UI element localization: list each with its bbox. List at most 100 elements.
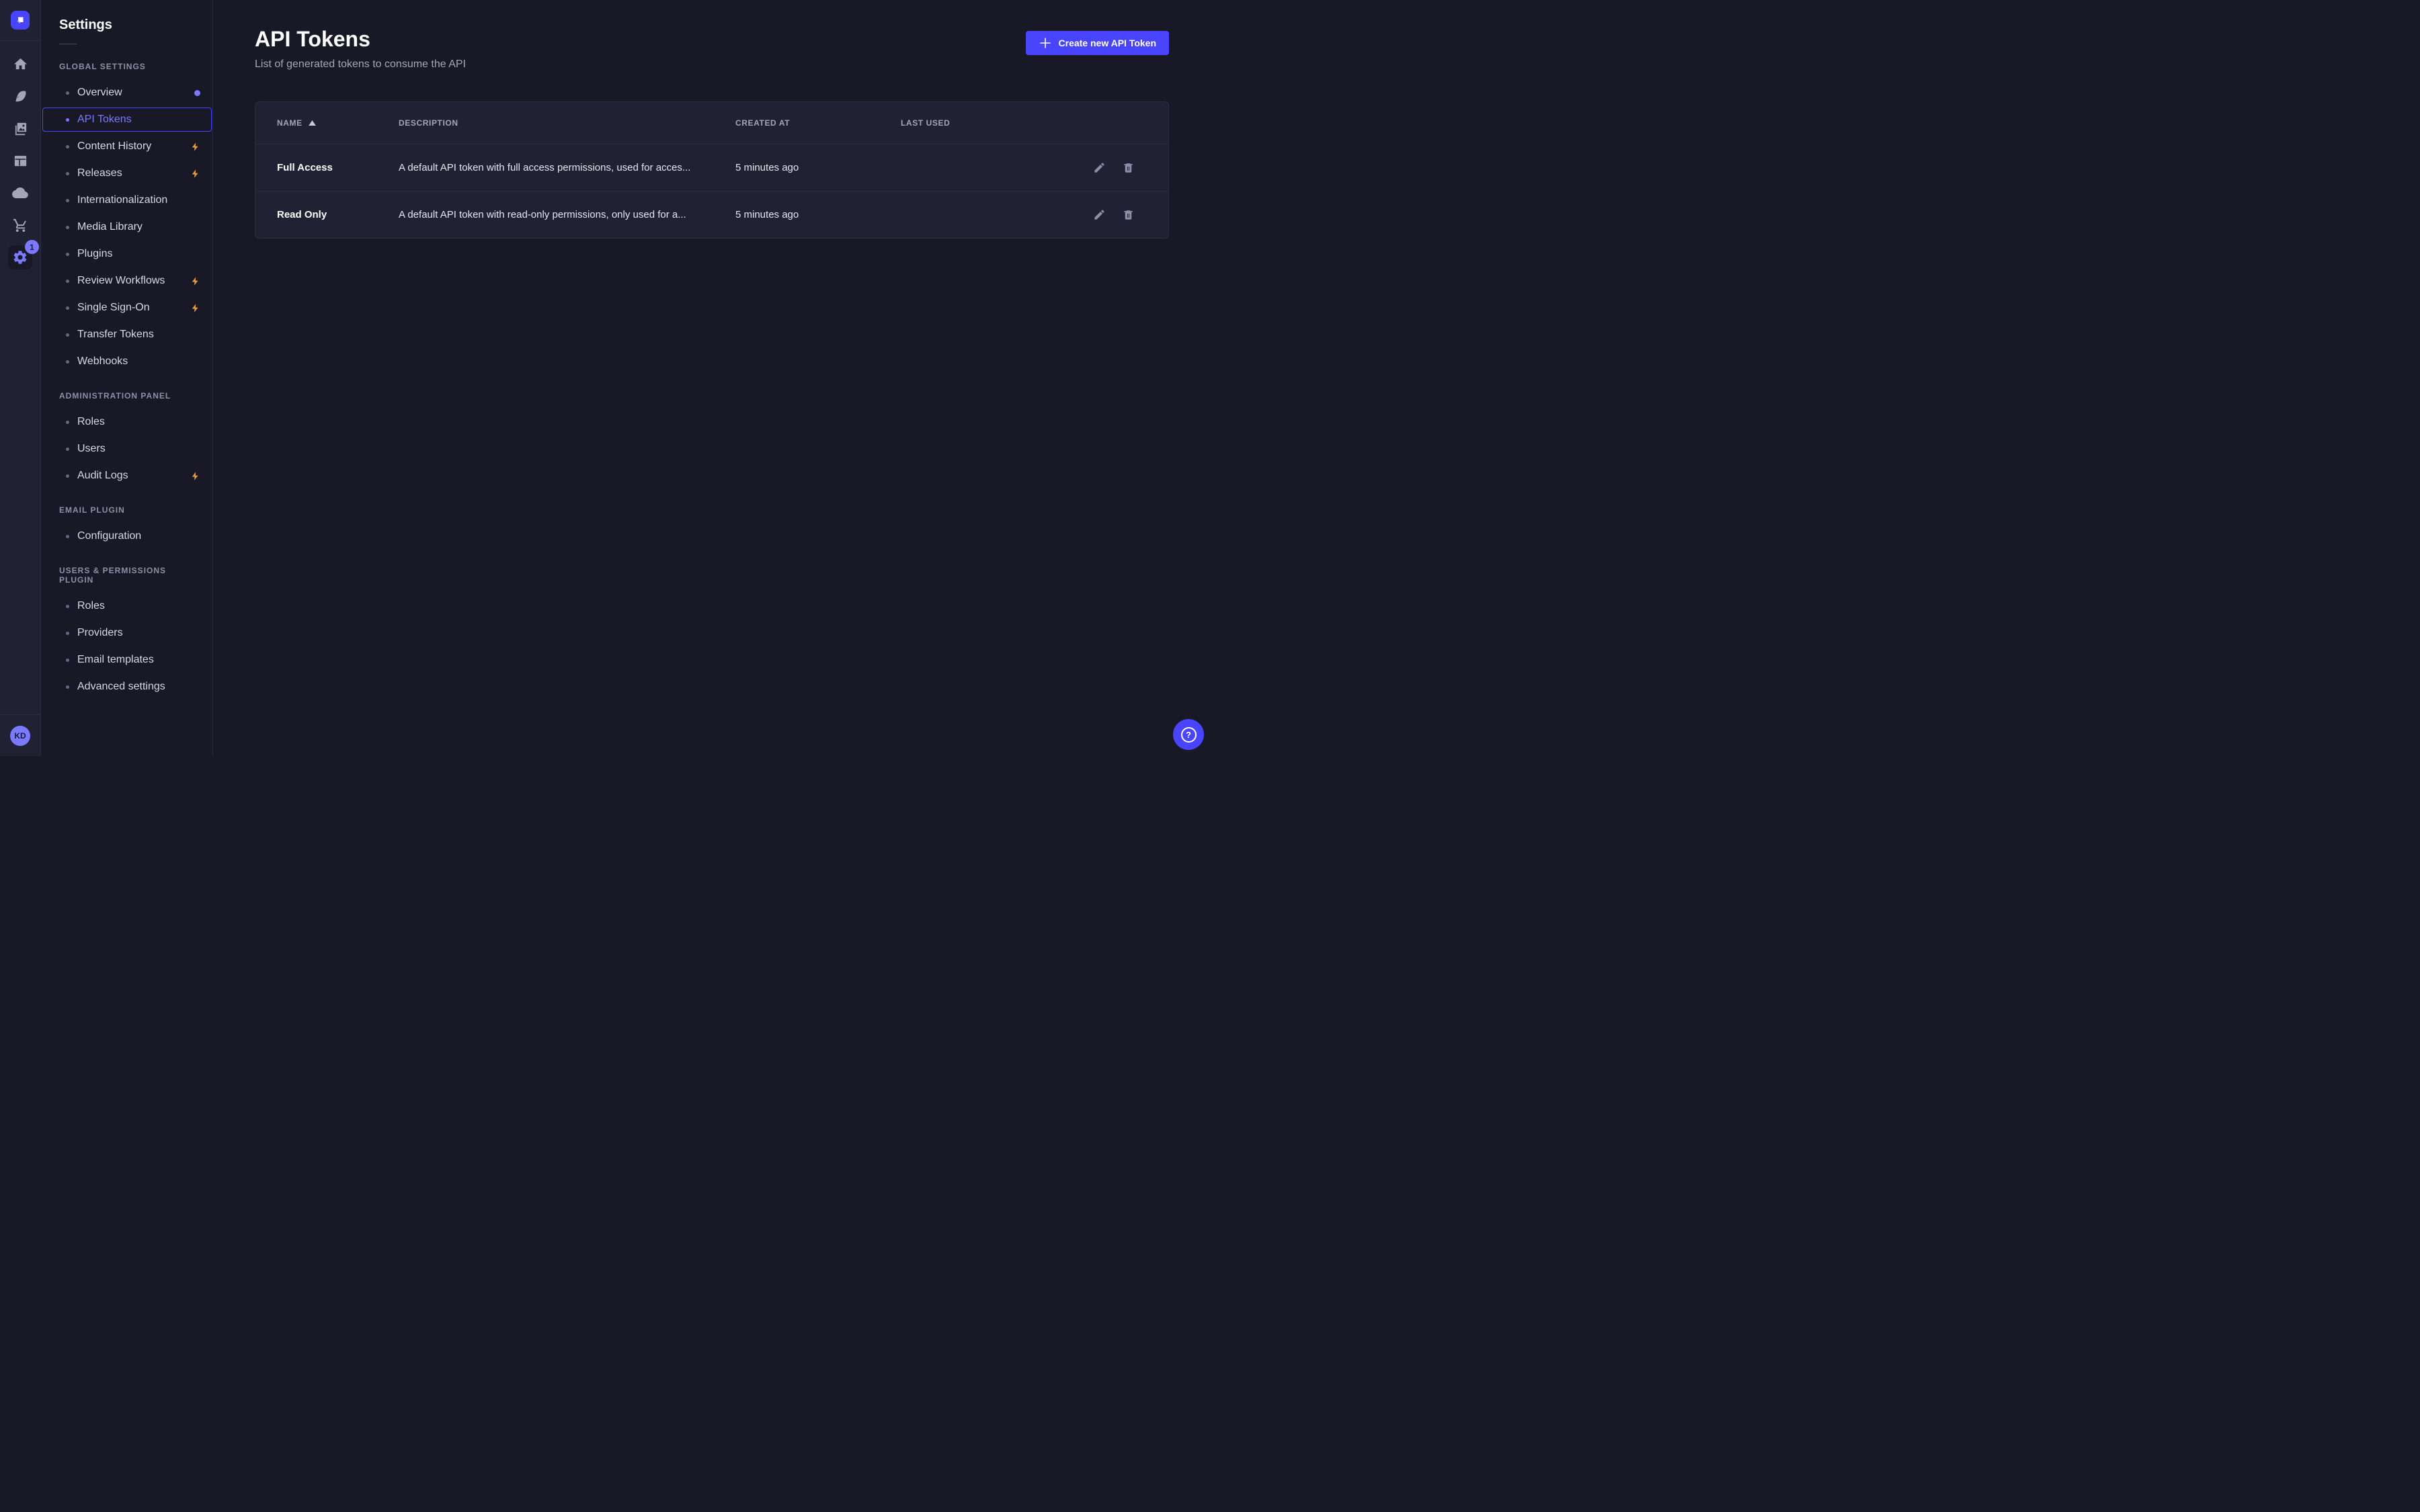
sidebar-item-internationalization[interactable]: Internationalization <box>42 188 212 212</box>
bullet-icon <box>66 118 69 122</box>
bullet-icon <box>66 535 69 538</box>
rail-item-settings[interactable]: 1 <box>4 241 36 274</box>
section-label-global-settings: GLOBAL SETTINGS <box>59 62 196 71</box>
bullet-icon <box>66 333 69 337</box>
plus-icon <box>1039 36 1052 50</box>
question-mark-icon: ? <box>1181 727 1197 743</box>
row-actions <box>1089 208 1168 221</box>
sidebar-item-users[interactable]: Users <box>42 437 212 461</box>
bullet-icon <box>66 226 69 229</box>
column-header-created-at: CREATED AT <box>735 118 901 128</box>
strapi-logo[interactable] <box>11 11 30 30</box>
bullet-icon <box>66 659 69 662</box>
token-created-at: 5 minutes ago <box>735 162 901 173</box>
rail-item-content-type-builder[interactable] <box>4 144 36 177</box>
section-label-email-plugin: EMAIL PLUGIN <box>59 505 196 515</box>
sidebar-item-api-tokens[interactable]: API Tokens <box>42 108 212 132</box>
sidebar-item-review-workflows[interactable]: Review Workflows <box>42 269 212 293</box>
sort-asc-icon <box>309 120 316 126</box>
layout-icon <box>13 153 28 169</box>
sidebar-item-configuration[interactable]: Configuration <box>42 524 212 548</box>
bullet-icon <box>66 474 69 478</box>
bullet-icon <box>66 685 69 689</box>
bullet-icon <box>66 421 69 424</box>
feather-pen-icon <box>13 89 28 104</box>
column-header-last-used: LAST USED <box>901 118 1089 128</box>
bullet-icon <box>66 91 69 95</box>
token-created-at: 5 minutes ago <box>735 209 901 220</box>
column-header-name[interactable]: NAME <box>277 118 399 128</box>
sidebar-item-roles-users-permissions[interactable]: Roles <box>42 594 212 618</box>
column-header-description: DESCRIPTION <box>399 118 735 128</box>
rail-item-home[interactable] <box>4 48 36 80</box>
lightning-bolt-icon <box>190 142 200 152</box>
token-description: A default API token with full access per… <box>399 162 735 173</box>
table-header-row: NAME DESCRIPTION CREATED AT LAST USED <box>255 102 1168 144</box>
sidebar-item-webhooks[interactable]: Webhooks <box>42 349 212 374</box>
bullet-icon <box>66 632 69 635</box>
sidebar-item-content-history[interactable]: Content History <box>42 134 212 159</box>
lightning-bolt-icon <box>190 303 200 313</box>
page-title-block: API Tokens List of generated tokens to c… <box>255 27 466 71</box>
token-description: A default API token with read-only permi… <box>399 209 735 220</box>
token-name: Read Only <box>277 209 399 220</box>
lightning-bolt-icon <box>190 169 200 179</box>
sidebar-item-plugins[interactable]: Plugins <box>42 242 212 266</box>
trash-icon <box>1122 208 1135 221</box>
sidebar-item-overview[interactable]: Overview <box>42 81 212 105</box>
help-button[interactable]: ? <box>1173 719 1204 750</box>
delete-button[interactable] <box>1122 161 1135 174</box>
delete-button[interactable] <box>1122 208 1135 221</box>
sidebar-item-single-sign-on[interactable]: Single Sign-On <box>42 296 212 320</box>
sidebar-item-advanced-settings[interactable]: Advanced settings <box>42 675 212 699</box>
main-content: API Tokens List of generated tokens to c… <box>213 0 1210 756</box>
settings-sidebar: Settings GLOBAL SETTINGS Overview API To… <box>41 0 213 756</box>
lightning-bolt-icon <box>190 471 200 481</box>
table-row[interactable]: Read Only A default API token with read-… <box>255 191 1168 238</box>
home-icon <box>13 56 28 72</box>
rail-footer: KD <box>0 714 40 756</box>
sidebar-item-media-library[interactable]: Media Library <box>42 215 212 239</box>
edit-button[interactable] <box>1093 208 1106 221</box>
images-icon <box>13 121 28 136</box>
strapi-logo-icon <box>14 14 26 26</box>
rail-item-content-manager[interactable] <box>4 80 36 112</box>
lightning-bolt-icon <box>190 276 200 286</box>
section-label-administration-panel: ADMINISTRATION PANEL <box>59 391 196 401</box>
sidebar-item-roles-admin[interactable]: Roles <box>42 410 212 434</box>
rail-item-media-library[interactable] <box>4 112 36 144</box>
sidebar-item-transfer-tokens[interactable]: Transfer Tokens <box>42 323 212 347</box>
notification-dot-icon <box>194 90 200 96</box>
cloud-icon <box>12 185 28 201</box>
bullet-icon <box>66 145 69 149</box>
app-root: 1 KD Settings GLOBAL SETTINGS Overview A… <box>0 0 1210 756</box>
sidebar-item-providers[interactable]: Providers <box>42 621 212 645</box>
token-name: Full Access <box>277 162 399 173</box>
sidebar-item-email-templates[interactable]: Email templates <box>42 648 212 672</box>
bullet-icon <box>66 199 69 202</box>
sidebar-item-audit-logs[interactable]: Audit Logs <box>42 464 212 488</box>
settings-notification-badge: 1 <box>25 240 39 254</box>
rail-item-marketplace[interactable] <box>4 209 36 241</box>
row-actions <box>1089 161 1168 174</box>
page-subtitle: List of generated tokens to consume the … <box>255 58 466 71</box>
settings-active-highlight: 1 <box>8 245 32 269</box>
logo-container <box>0 0 40 41</box>
table-row[interactable]: Full Access A default API token with ful… <box>255 144 1168 191</box>
pencil-icon <box>1093 161 1106 174</box>
edit-button[interactable] <box>1093 161 1106 174</box>
rail-icon-list: 1 <box>4 41 36 274</box>
create-api-token-button[interactable]: Create new API Token <box>1026 31 1169 55</box>
shopping-cart-icon <box>13 218 28 233</box>
section-label-users-permissions-plugin: USERS & PERMISSIONS PLUGIN <box>59 566 196 585</box>
trash-icon <box>1122 161 1135 174</box>
page-header: API Tokens List of generated tokens to c… <box>255 27 1169 71</box>
page-title: API Tokens <box>255 27 466 52</box>
main-nav-rail: 1 KD <box>0 0 41 756</box>
sidebar-item-releases[interactable]: Releases <box>42 161 212 185</box>
user-avatar[interactable]: KD <box>10 726 30 746</box>
bullet-icon <box>66 448 69 451</box>
rail-item-cloud[interactable] <box>4 177 36 209</box>
gear-icon <box>12 249 28 265</box>
bullet-icon <box>66 253 69 256</box>
